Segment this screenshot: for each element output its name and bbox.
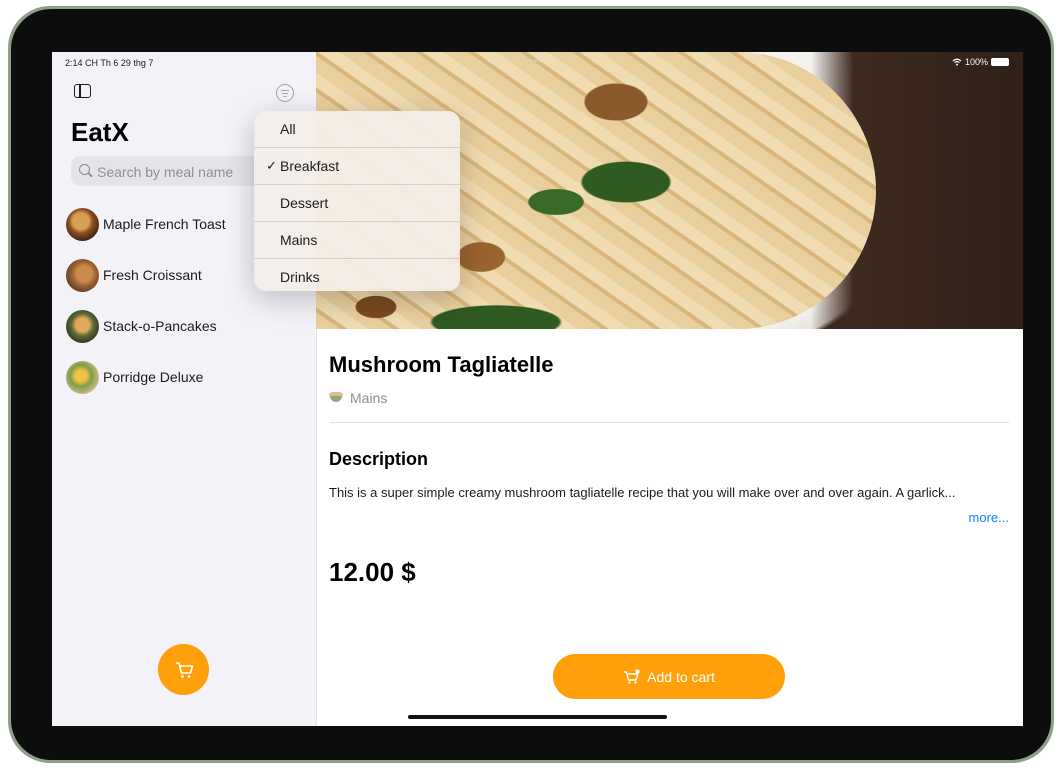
meal-label: Maple French Toast (103, 216, 226, 232)
filter-option-label: Dessert (280, 195, 329, 211)
category-label: Mains (350, 390, 388, 406)
multitasking-dots[interactable]: ••• (530, 56, 542, 66)
description-text: This is a super simple creamy mushroom t… (329, 485, 956, 500)
meal-title: Mushroom Tagliatelle (329, 352, 554, 377)
cart-icon (624, 668, 640, 684)
search-placeholder: Search by meal name (97, 164, 234, 180)
status-time: 2:14 CH Th 6 29 thg 7 (65, 58, 154, 68)
filter-option-dessert[interactable]: Dessert (254, 185, 460, 222)
filter-menu: All ✓ Breakfast Dessert Mains Drinks (254, 111, 460, 291)
divider (330, 422, 1009, 423)
add-to-cart-button[interactable]: Add to cart (553, 654, 785, 699)
meal-label: Porridge Deluxe (103, 369, 204, 385)
price: 12.00 $ (329, 557, 416, 587)
more-link[interactable]: more... (969, 510, 1009, 525)
add-to-cart-label: Add to cart (647, 668, 715, 685)
filter-option-mains[interactable]: Mains (254, 222, 460, 259)
filter-option-label: Breakfast (280, 158, 340, 174)
filter-option-all[interactable]: All (254, 111, 460, 148)
meal-list-item[interactable]: Stack-o-Pancakes (66, 308, 306, 344)
meal-category: Mains (329, 390, 388, 406)
meal-thumbnail (66, 309, 99, 343)
filter-option-label: Drinks (280, 269, 320, 285)
meal-label: Stack-o-Pancakes (103, 318, 217, 334)
meal-thumbnail (66, 258, 99, 292)
search-icon (79, 164, 90, 175)
filter-option-drinks[interactable]: Drinks (254, 259, 460, 291)
app-title: EatX (71, 117, 129, 147)
meal-thumbnail (66, 207, 99, 241)
checkmark-icon: ✓ (266, 158, 277, 173)
cart-button[interactable] (158, 644, 209, 695)
status-indicators: 100% (952, 57, 1009, 67)
filter-icon[interactable] (276, 84, 294, 102)
battery-percent: 100% (964, 57, 988, 67)
filter-option-label: All (280, 121, 296, 137)
home-indicator[interactable] (408, 715, 667, 719)
meal-list-item[interactable]: Porridge Deluxe (66, 359, 306, 395)
meal-thumbnail (66, 360, 99, 394)
screen: EatX Search by meal name Maple French To… (52, 52, 1023, 726)
sidebar-toggle-icon[interactable] (74, 84, 91, 98)
cart-icon (176, 662, 194, 678)
wifi-icon (952, 58, 962, 66)
filter-option-label: Mains (280, 232, 318, 248)
bowl-icon (329, 391, 343, 402)
battery-icon (991, 58, 1009, 66)
description-heading: Description (329, 449, 429, 469)
meal-label: Fresh Croissant (103, 267, 202, 283)
filter-option-breakfast[interactable]: ✓ Breakfast (254, 148, 460, 185)
